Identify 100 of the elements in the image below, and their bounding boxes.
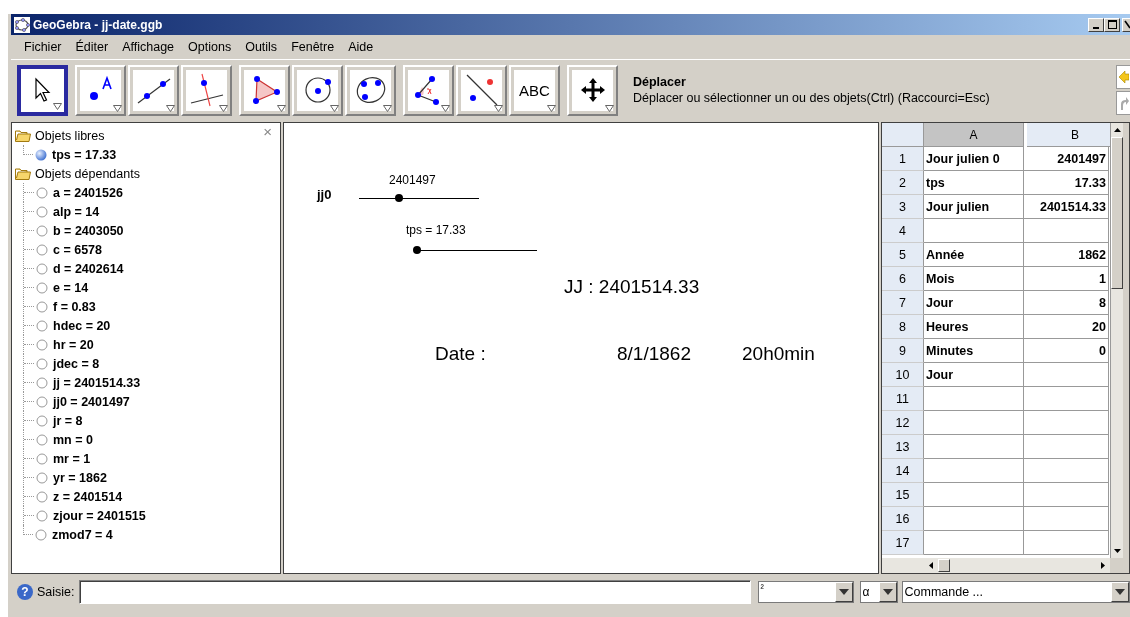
object-entry[interactable]: zmod7 = 4 [52, 527, 113, 542]
row-header[interactable]: 14 [882, 459, 924, 483]
visibility-toggle[interactable] [36, 186, 48, 199]
visibility-toggle[interactable] [35, 148, 47, 161]
table-cell[interactable]: Jour julien 0 [924, 147, 1024, 171]
object-entry[interactable]: z = 2401514 [53, 489, 123, 504]
menu-item[interactable]: Fenêtre [284, 40, 342, 54]
tool-button[interactable]: ABC [509, 64, 560, 116]
corner-cell[interactable] [882, 123, 924, 147]
help-icon[interactable]: ? [17, 584, 33, 600]
object-entry[interactable]: mn = 0 [53, 432, 93, 447]
object-entry[interactable]: hdec = 20 [53, 318, 111, 333]
visibility-toggle[interactable] [35, 528, 47, 541]
visibility-toggle[interactable] [36, 224, 48, 237]
input-field[interactable] [78, 580, 751, 604]
menu-item[interactable]: Outils [238, 40, 285, 54]
table-cell[interactable] [1024, 363, 1109, 387]
row-header[interactable]: 6 [882, 267, 924, 291]
table-cell[interactable]: 1862 [1024, 243, 1109, 267]
table-cell[interactable] [1024, 507, 1109, 531]
visibility-toggle[interactable] [36, 319, 48, 332]
maximize-button[interactable] [1104, 17, 1120, 32]
slider-thumb[interactable] [413, 246, 421, 254]
row-header[interactable]: 12 [882, 411, 924, 435]
table-cell[interactable] [924, 531, 1024, 555]
table-cell[interactable] [1024, 435, 1109, 459]
table-cell[interactable]: 2401514.33 [1024, 195, 1109, 219]
object-entry[interactable]: mr = 1 [53, 451, 91, 466]
visibility-toggle[interactable] [36, 357, 48, 370]
menu-item[interactable]: Aide [341, 40, 381, 54]
visibility-toggle[interactable] [36, 433, 48, 446]
table-cell[interactable] [924, 219, 1024, 243]
table-cell[interactable]: 8 [1024, 291, 1109, 315]
row-header[interactable]: 7 [882, 291, 924, 315]
table-cell[interactable]: Jour julien [924, 195, 1024, 219]
column-header[interactable]: A [924, 123, 1024, 147]
row-header[interactable]: 11 [882, 387, 924, 411]
menu-item[interactable]: Options [181, 40, 239, 54]
object-entry[interactable]: c = 6578 [53, 242, 102, 257]
object-entry[interactable]: alp = 14 [53, 204, 100, 219]
table-cell[interactable]: 1 [1024, 267, 1109, 291]
visibility-toggle[interactable] [36, 205, 48, 218]
vertical-scrollbar[interactable] [1110, 123, 1123, 558]
row-header[interactable]: 10 [882, 363, 924, 387]
table-cell[interactable]: Année [924, 243, 1024, 267]
visibility-toggle[interactable] [36, 338, 48, 351]
object-entry[interactable]: jj0 = 2401497 [53, 394, 130, 409]
row-header[interactable]: 5 [882, 243, 924, 267]
row-header[interactable]: 9 [882, 339, 924, 363]
table-cell[interactable] [924, 387, 1024, 411]
close-button[interactable] [1122, 17, 1130, 32]
object-entry[interactable]: jdec = 8 [53, 356, 100, 371]
table-cell[interactable] [924, 459, 1024, 483]
visibility-toggle[interactable] [36, 414, 48, 427]
visibility-toggle[interactable] [36, 376, 48, 389]
table-cell[interactable]: tps [924, 171, 1024, 195]
table-cell[interactable]: 2401497 [1024, 147, 1109, 171]
symbol-dropdown[interactable]: ² [757, 581, 854, 603]
visibility-toggle[interactable] [36, 281, 48, 294]
scroll-thumb[interactable] [938, 559, 950, 572]
row-header[interactable]: 1 [882, 147, 924, 171]
tool-button[interactable] [17, 64, 68, 116]
row-header[interactable]: 17 [882, 531, 924, 555]
object-entry[interactable]: zjour = 2401515 [53, 508, 146, 523]
folder-label[interactable]: Objets libres [35, 128, 105, 143]
table-cell[interactable] [1024, 411, 1109, 435]
menu-item[interactable]: Affichage [115, 40, 182, 54]
table-cell[interactable] [924, 507, 1024, 531]
table-cell[interactable] [924, 435, 1024, 459]
command-dropdown[interactable]: Commande ... [901, 581, 1130, 603]
table-cell[interactable] [924, 483, 1024, 507]
row-header[interactable]: 8 [882, 315, 924, 339]
table-cell[interactable]: 20 [1024, 315, 1109, 339]
slider-thumb[interactable] [394, 194, 403, 202]
menu-item[interactable]: Fichier [17, 40, 69, 54]
table-cell[interactable] [1024, 387, 1109, 411]
object-entry[interactable]: tps = 17.33 [52, 147, 117, 162]
table-cell[interactable]: 0 [1024, 339, 1109, 363]
row-header[interactable]: 15 [882, 483, 924, 507]
undo-button[interactable] [1116, 65, 1130, 89]
table-cell[interactable] [924, 411, 1024, 435]
object-entry[interactable]: hr = 20 [53, 337, 94, 352]
object-entry[interactable]: a = 2401526 [53, 185, 123, 200]
table-cell[interactable]: Jour [924, 363, 1024, 387]
table-cell[interactable]: Mois [924, 267, 1024, 291]
row-header[interactable]: 13 [882, 435, 924, 459]
visibility-toggle[interactable] [36, 243, 48, 256]
visibility-toggle[interactable] [36, 490, 48, 503]
visibility-toggle[interactable] [36, 471, 48, 484]
object-entry[interactable]: b = 2403050 [53, 223, 124, 238]
table-cell[interactable]: Heures [924, 315, 1024, 339]
object-entry[interactable]: e = 14 [53, 280, 89, 295]
object-entry[interactable]: jr = 8 [53, 413, 83, 428]
table-cell[interactable]: 17.33 [1024, 171, 1109, 195]
table-cell[interactable] [1024, 531, 1109, 555]
table-cell[interactable] [1024, 459, 1109, 483]
table-cell[interactable]: Jour [924, 291, 1024, 315]
visibility-toggle[interactable] [36, 300, 48, 313]
visibility-toggle[interactable] [36, 395, 48, 408]
table-cell[interactable]: Minutes [924, 339, 1024, 363]
